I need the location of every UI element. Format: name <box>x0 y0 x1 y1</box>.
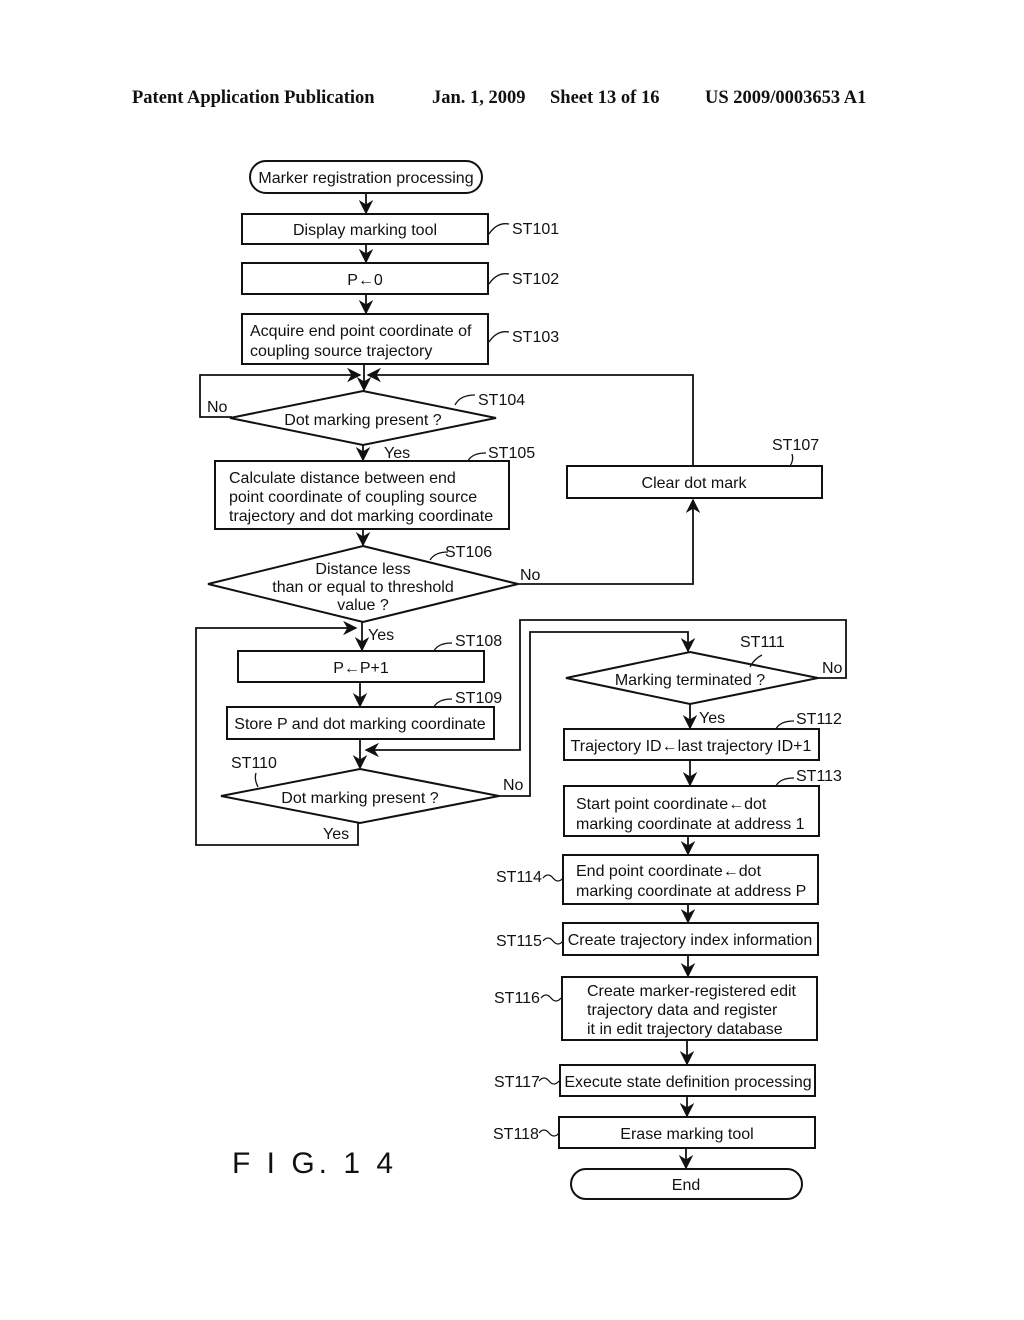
st104-no-label: No <box>207 399 228 416</box>
end-label: End <box>672 1177 700 1194</box>
st116-text-line3: it in edit trajectory database <box>587 1021 783 1038</box>
st114-id: ST114 <box>496 869 542 886</box>
st106-text-line3: value ? <box>337 597 389 614</box>
decision-st104: Dot marking present ? ST104 <box>229 389 525 447</box>
st116-id: ST116 <box>494 990 540 1007</box>
step-st117: Execute state definition processing ST11… <box>494 1064 816 1097</box>
st106-id: ST106 <box>445 544 492 561</box>
st106-no-label: No <box>520 567 541 584</box>
step-st103: Acquire end point coordinate of coupling… <box>241 313 559 365</box>
st108-text: P←P+1 <box>333 660 389 677</box>
st107-id: ST107 <box>772 437 819 454</box>
st113-id: ST113 <box>796 768 842 785</box>
step-st116: Create marker-registered edit trajectory… <box>494 976 818 1041</box>
st109-id: ST109 <box>455 690 502 707</box>
st115-id: ST115 <box>496 933 542 950</box>
st103-text-line1: Acquire end point coordinate of <box>250 323 472 340</box>
st114-text-line2: marking coordinate at address P <box>576 883 806 900</box>
st113-text-line2: marking coordinate at address 1 <box>576 816 805 833</box>
step-st114: End point coordinate←dot marking coordin… <box>496 854 819 905</box>
st104-yes-label: Yes <box>384 445 410 462</box>
st109-text: Store P and dot marking coordinate <box>234 716 486 733</box>
st111-text: Marking terminated ? <box>615 672 765 689</box>
st111-id: ST111 <box>740 634 785 651</box>
st103-id: ST103 <box>512 329 559 346</box>
st118-text: Erase marking tool <box>620 1126 753 1143</box>
st116-text-line1: Create marker-registered edit <box>587 983 797 1000</box>
st112-text: Trajectory ID←last trajectory ID+1 <box>571 738 812 755</box>
start-label: Marker registration processing <box>258 170 473 187</box>
st117-id: ST117 <box>494 1074 540 1091</box>
st113-text-line1: Start point coordinate←dot <box>576 796 767 813</box>
step-st109: Store P and dot marking coordinate ST109 <box>226 690 502 740</box>
st110-text: Dot marking present ? <box>281 790 439 807</box>
step-st115: Create trajectory index information ST11… <box>496 922 819 956</box>
step-st101: Display marking tool ST101 <box>241 213 559 245</box>
st106-yes-label: Yes <box>368 627 394 644</box>
st114-text-line1: End point coordinate←dot <box>576 863 762 880</box>
decision-st106: Distance less than or equal to threshold… <box>207 544 519 624</box>
st105-text-line3: trajectory and dot marking coordinate <box>229 508 493 525</box>
st104-id: ST104 <box>478 392 525 409</box>
st102-id: ST102 <box>512 271 559 288</box>
st105-text-line1: Calculate distance between end <box>229 470 456 487</box>
step-st105: Calculate distance between end point coo… <box>214 445 535 530</box>
st117-text: Execute state definition processing <box>564 1074 811 1091</box>
st105-id: ST105 <box>488 445 535 462</box>
st108-id: ST108 <box>455 633 502 650</box>
flowchart: Marker registration processing Display m… <box>195 160 847 1200</box>
step-st113: Start point coordinate←dot marking coord… <box>563 768 842 837</box>
st112-id: ST112 <box>796 711 842 728</box>
step-st102: P←0 ST102 <box>241 262 559 295</box>
end-terminator: End <box>570 1168 803 1200</box>
figure-label: F I G. 1 4 <box>232 1147 397 1180</box>
st106-text-line2: than or equal to threshold <box>272 579 453 596</box>
st101-text: Display marking tool <box>293 222 437 239</box>
st101-id: ST101 <box>512 221 559 238</box>
st110-id: ST110 <box>231 755 277 772</box>
st118-id: ST118 <box>493 1126 539 1143</box>
start-terminator: Marker registration processing <box>249 160 483 194</box>
st110-yes-label: Yes <box>323 826 349 843</box>
st105-text-line2: point coordinate of coupling source <box>229 489 477 506</box>
st102-text: P←0 <box>347 272 383 289</box>
st116-text-line2: trajectory data and register <box>587 1002 778 1019</box>
st111-yes-label: Yes <box>699 710 725 727</box>
st103-text-line2: coupling source trajectory <box>250 343 432 360</box>
st110-no-label: No <box>503 777 524 794</box>
step-st107: Clear dot mark ST107 <box>566 437 823 499</box>
decision-st111: Marking terminated ? ST111 <box>565 634 819 706</box>
st111-no-label: No <box>822 660 843 677</box>
st107-text: Clear dot mark <box>642 475 748 492</box>
st104-text: Dot marking present ? <box>284 412 442 429</box>
st106-text-line1: Distance less <box>315 561 410 578</box>
step-st118: Erase marking tool ST118 <box>493 1116 816 1149</box>
st115-text: Create trajectory index information <box>568 932 813 949</box>
